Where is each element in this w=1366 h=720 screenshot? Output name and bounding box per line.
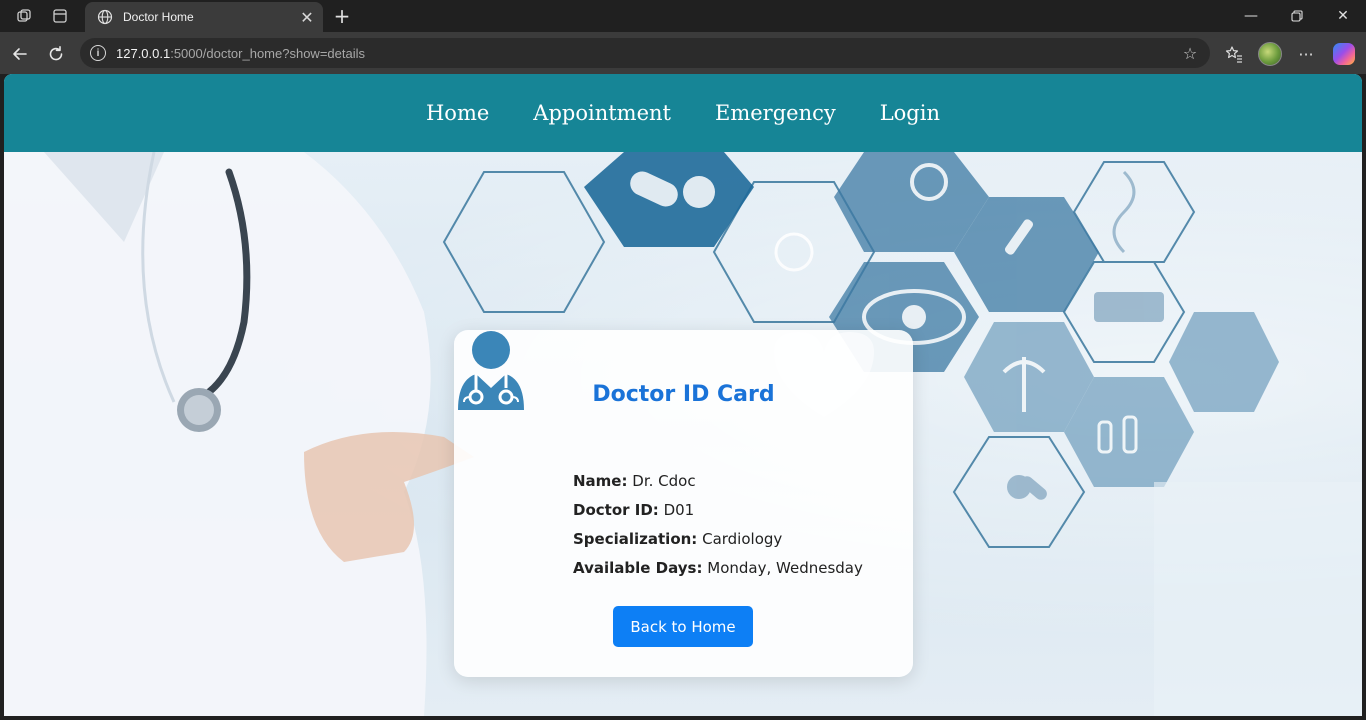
- favorites-icon[interactable]: [1221, 41, 1247, 67]
- site-info-icon[interactable]: i: [90, 45, 106, 61]
- profile-avatar-icon[interactable]: [1258, 42, 1282, 66]
- workspaces-icon[interactable]: [14, 6, 34, 26]
- nav-login-link[interactable]: Login: [880, 101, 940, 125]
- detail-row-doctor-id: Doctor ID: D01: [573, 501, 695, 519]
- favorite-star-icon[interactable]: ☆: [1178, 44, 1202, 63]
- tab-title: Doctor Home: [123, 10, 194, 24]
- hero-background: Doctor ID Card Name: Dr. Cdoc Doctor ID:…: [4, 152, 1362, 716]
- nav-appointment-link[interactable]: Appointment: [533, 101, 671, 125]
- restore-icon[interactable]: [1274, 0, 1320, 32]
- doctor-details: Name: Dr. Cdoc Doctor ID: D01 Specializa…: [573, 471, 863, 587]
- back-arrow-icon[interactable]: [6, 40, 34, 68]
- new-tab-icon[interactable]: +: [330, 4, 354, 28]
- url-field[interactable]: i 127.0.0.1:5000/doctor_home?show=detail…: [80, 38, 1210, 68]
- copilot-icon[interactable]: [1333, 43, 1355, 65]
- page-viewport: Home Appointment Emergency Login Doctor …: [4, 74, 1362, 716]
- more-options-icon[interactable]: ···: [1293, 41, 1319, 67]
- top-navbar: Home Appointment Emergency Login: [4, 74, 1362, 152]
- back-to-home-button[interactable]: Back to Home: [613, 606, 753, 647]
- address-bar: i 127.0.0.1:5000/doctor_home?show=detail…: [0, 32, 1366, 74]
- doctor-icon: [458, 331, 524, 410]
- detail-row-name: Name: Dr. Cdoc: [573, 472, 696, 490]
- globe-icon: [97, 9, 113, 25]
- reload-icon[interactable]: [42, 40, 70, 68]
- active-tab[interactable]: Doctor Home ✕: [85, 2, 323, 32]
- browser-tab-bar: Doctor Home ✕ + — ✕: [0, 0, 1366, 32]
- url-text: 127.0.0.1:5000/doctor_home?show=details: [116, 45, 365, 61]
- minimize-icon[interactable]: —: [1228, 0, 1274, 32]
- detail-row-specialization: Specialization: Cardiology: [573, 530, 783, 548]
- doctor-id-card: Doctor ID Card Name: Dr. Cdoc Doctor ID:…: [454, 330, 913, 677]
- tab-actions-icon[interactable]: [50, 6, 70, 26]
- window-close-icon[interactable]: ✕: [1320, 0, 1366, 32]
- nav-home-link[interactable]: Home: [426, 101, 489, 125]
- close-icon[interactable]: ✕: [297, 7, 317, 27]
- detail-row-available-days: Available Days: Monday, Wednesday: [573, 559, 863, 577]
- nav-emergency-link[interactable]: Emergency: [715, 101, 836, 125]
